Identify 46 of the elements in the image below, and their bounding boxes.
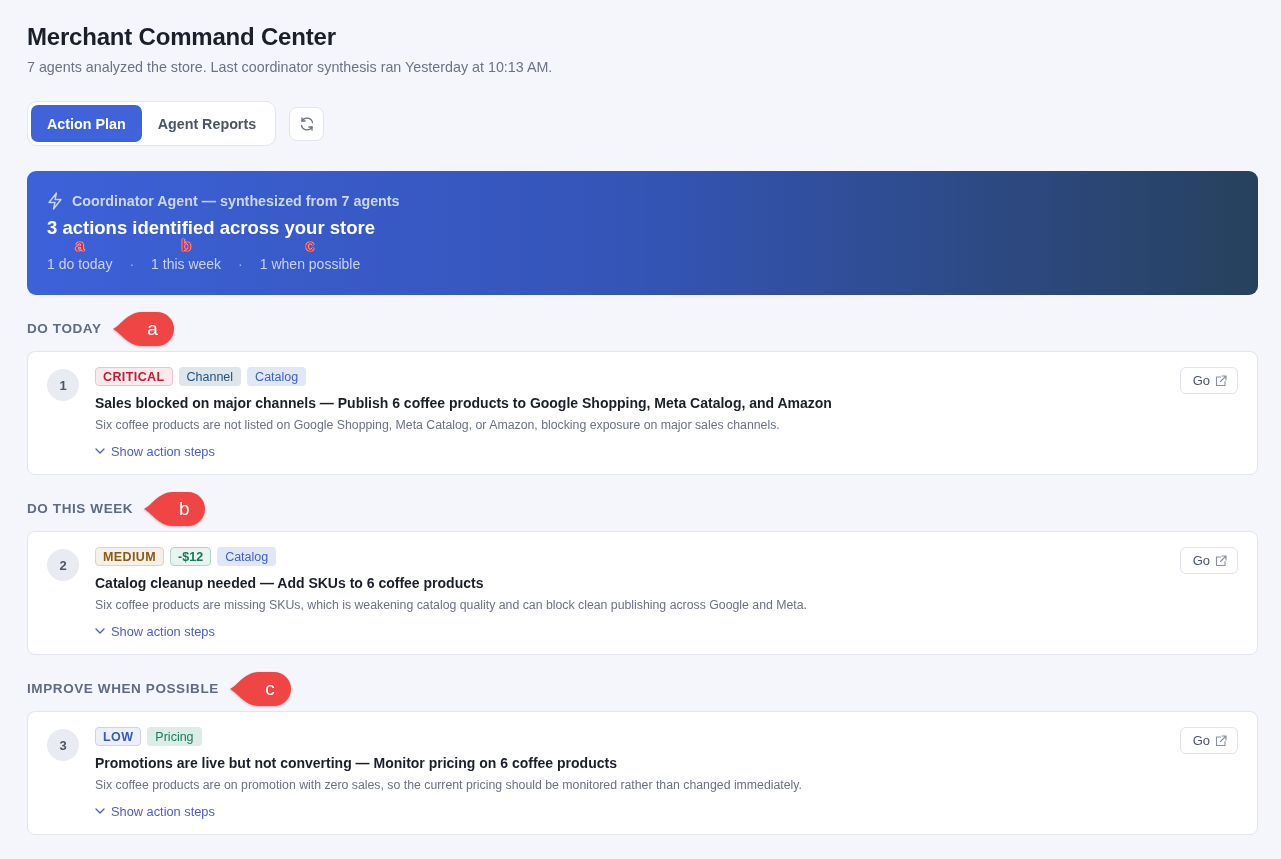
section-heading: IMPROVE WHEN POSSIBLE: [27, 680, 219, 698]
tag: CRITICAL: [95, 367, 173, 386]
action-title: Catalog cleanup needed — Add SKUs to 6 coffee products: [95, 574, 485, 592]
section-heading: DO TODAY: [27, 320, 102, 338]
summary-count: 1 when possible: [259, 256, 361, 272]
action-description: Six coffee products are not listed on Google Shopping, Meta Catalog, or Amazon, blocking exposure on major sales channels.: [95, 417, 781, 434]
summary-separator: ·: [238, 256, 243, 272]
banner-headline: 3 actions identified across your store: [47, 216, 376, 239]
go-button[interactable]: Go: [1179, 547, 1238, 574]
page-title: Merchant Command Center: [27, 22, 337, 52]
annotation-letter: a: [74, 238, 85, 254]
action-number: 3: [47, 729, 79, 761]
action-number: 2: [47, 549, 79, 581]
tag: Pricing: [147, 727, 202, 746]
section-heading: DO THIS WEEK: [27, 500, 134, 518]
annotation-letter: b: [180, 238, 192, 254]
page-subtitle: 7 agents analyzed the store. Last coordinator synthesis ran Yesterday at 10:13 AM.: [27, 58, 554, 77]
tag: MEDIUM: [95, 547, 165, 566]
show-steps-link[interactable]: Show action steps: [95, 802, 215, 820]
external-link-icon: [1215, 734, 1227, 747]
summary-count: 1 do today: [47, 256, 113, 272]
action-number: 1: [47, 369, 79, 401]
action-description: Six coffee products are on promotion with zero sales, so the current pricing should be monitored rather than changed immediately.: [95, 777, 803, 794]
action-title: Promotions are live but not converting — Monitor pricing on 6 coffee products: [95, 754, 618, 772]
tag: LOW: [95, 727, 142, 746]
action-title: Sales blocked on major channels — Publish 6 coffee products to Google Shopping, Meta Catalog, and Amazon: [95, 394, 833, 412]
refresh-button[interactable]: [289, 106, 325, 141]
go-button[interactable]: Go: [1179, 727, 1238, 754]
banner-eyebrow: Coordinator Agent — synthesized from 7 agents: [72, 192, 400, 211]
summary-separator: ·: [129, 256, 135, 272]
view-tab[interactable]: Action Plan: [31, 105, 142, 142]
tag: -$12: [170, 547, 212, 566]
lightning-icon: [47, 192, 63, 210]
tag: Catalog: [217, 547, 277, 566]
show-steps-link[interactable]: Show action steps: [95, 442, 215, 460]
external-link-icon: [1215, 554, 1227, 567]
annotation-letter: c: [305, 238, 315, 254]
tag: Catalog: [247, 367, 307, 386]
tag: Channel: [178, 367, 242, 386]
view-tab[interactable]: Agent Reports: [141, 105, 273, 142]
go-button[interactable]: Go: [1179, 367, 1238, 394]
summary-count: 1 this week: [151, 256, 222, 272]
action-description: Six coffee products are missing SKUs, which is weakening catalog quality and can block clean publishing across Google and Meta.: [95, 597, 809, 614]
show-steps-link[interactable]: Show action steps: [95, 622, 215, 640]
refresh-icon: [298, 115, 315, 132]
external-link-icon: [1215, 374, 1227, 387]
